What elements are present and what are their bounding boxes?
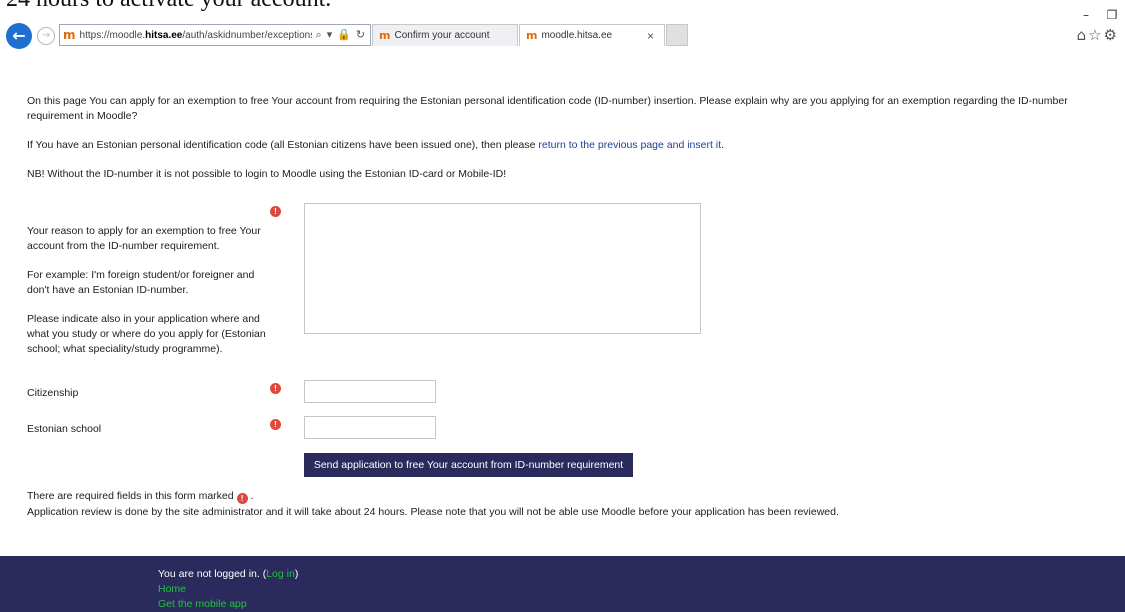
intro-paragraph: On this page You can apply for an exempt… <box>27 95 1068 122</box>
refresh-icon[interactable]: ↻ <box>356 28 365 42</box>
required-fields-note: There are required fields in this form m… <box>27 490 254 504</box>
moodle-site-icon: m <box>63 28 76 42</box>
reason-textarea[interactable] <box>304 203 701 334</box>
moodle-tab-icon: m <box>379 29 391 42</box>
url-text[interactable]: https://moodle.hitsa.ee/auth/askidnumber… <box>80 30 312 41</box>
tab-moodle-hitsa[interactable]: m moodle.hitsa.ee × <box>519 24 665 46</box>
required-icon: ! <box>270 383 281 394</box>
new-tab-button[interactable] <box>666 24 688 46</box>
forward-arrow-icon[interactable]: → <box>37 27 55 45</box>
moodle-tab-icon: m <box>526 29 538 42</box>
mobile-app-link[interactable]: Get the mobile app <box>158 598 247 610</box>
tab-label: Confirm your account <box>394 30 490 41</box>
page-footer: You are not logged in. (Log in) Home Get… <box>0 556 1125 612</box>
tab-label: moodle.hitsa.ee <box>541 30 613 41</box>
intro-section: On this page You can apply for an exempt… <box>27 94 1087 196</box>
insert-id-paragraph: If You have an Estonian personal identif… <box>27 139 724 151</box>
nb-paragraph: NB! Without the ID-number it is not poss… <box>27 168 507 180</box>
address-bar[interactable]: m https://moodle.hitsa.ee/auth/askidnumb… <box>59 24 371 46</box>
estonian-school-label: Estonian school <box>27 423 102 435</box>
login-link[interactable]: Log in <box>266 568 295 580</box>
required-icon: ! <box>236 493 248 504</box>
close-icon[interactable]: × <box>647 29 654 43</box>
favorites-star-icon[interactable]: ☆ <box>1088 26 1103 44</box>
required-icon: ! <box>270 206 281 217</box>
citizenship-label: Citizenship <box>27 387 79 399</box>
minimize-icon[interactable]: – <box>1073 8 1099 22</box>
lock-icon: 🔒 <box>337 28 351 41</box>
search-icon[interactable]: ⌕ <box>316 28 322 42</box>
reason-label: Your reason to apply for an exemption to… <box>27 225 266 355</box>
login-info: You are not logged in. (Log in) <box>158 568 299 580</box>
send-application-button[interactable]: Send application to free Your account fr… <box>304 453 633 477</box>
tab-confirm-account[interactable]: m Confirm your account <box>372 24 518 46</box>
home-link[interactable]: Home <box>158 583 186 595</box>
restore-icon[interactable]: ❐ <box>1099 8 1125 22</box>
estonian-school-input[interactable] <box>304 416 436 439</box>
back-arrow-icon[interactable]: ← <box>6 23 32 49</box>
citizenship-input[interactable] <box>304 380 436 403</box>
return-previous-page-link[interactable]: return to the previous page and insert i… <box>538 139 721 151</box>
dropdown-arrow-icon[interactable]: ▾ <box>327 28 333 42</box>
review-note: Application review is done by the site a… <box>27 506 839 518</box>
browser-chrome: ← → m https://moodle.hitsa.ee/auth/askid… <box>0 8 1125 52</box>
required-icon: ! <box>270 419 281 430</box>
page-caption: 24 hours to activate your account. <box>6 0 331 13</box>
home-icon[interactable]: ⌂ <box>1077 26 1089 44</box>
settings-gear-icon[interactable]: ⚙ <box>1104 26 1119 44</box>
